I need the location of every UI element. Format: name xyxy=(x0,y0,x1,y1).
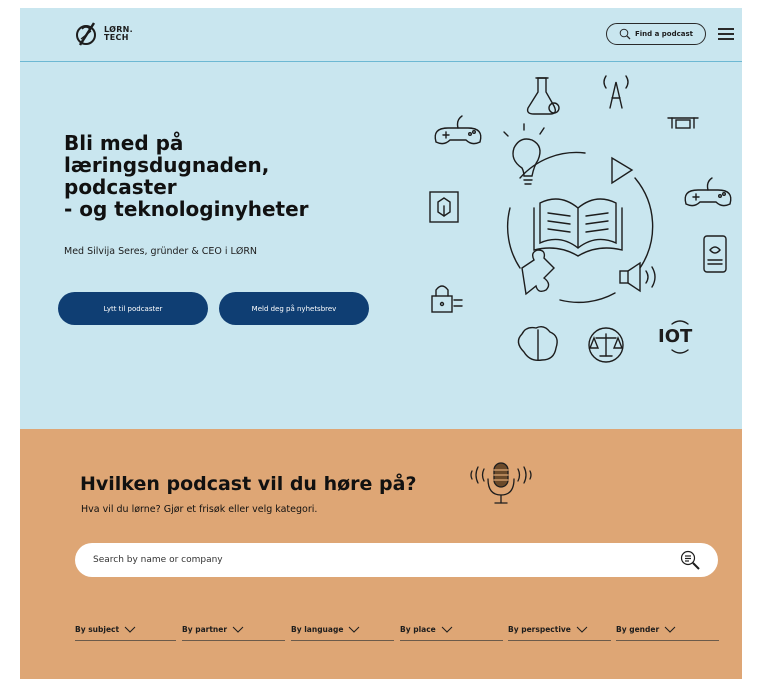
filter-perspective[interactable]: By perspective xyxy=(508,619,611,641)
filter-language[interactable]: By language xyxy=(291,619,394,641)
menu-icon[interactable] xyxy=(718,28,734,40)
chevron-down-icon xyxy=(232,626,244,633)
flask-icon xyxy=(526,77,560,115)
tablet-icon xyxy=(703,235,727,273)
chevron-down-icon xyxy=(576,626,588,633)
site-header: LØRN. TECH Find a podcast xyxy=(20,8,742,62)
podcast-section-title: Hvilken podcast vil du høre på? xyxy=(80,473,417,495)
find-podcast-label: Find a podcast xyxy=(635,30,693,38)
scales-icon xyxy=(588,327,624,363)
filter-label: By partner xyxy=(182,625,228,634)
antenna-tower-icon xyxy=(603,75,629,109)
iot-icon: IOT xyxy=(658,320,693,354)
filter-label: By subject xyxy=(75,625,120,634)
search-icon[interactable] xyxy=(679,549,701,571)
open-book-icon xyxy=(533,198,623,257)
find-podcast-button[interactable]: Find a podcast xyxy=(606,23,706,45)
game-controller-icon xyxy=(434,115,482,145)
filter-label: By place xyxy=(400,625,436,634)
game-controller-icon xyxy=(684,177,732,207)
newsletter-signup-button[interactable]: Meld deg på nyhetsbrev xyxy=(219,292,369,325)
brain-icon xyxy=(517,325,558,362)
hero-title: Bli med på læringsdugnaden, podcaster - … xyxy=(64,132,354,220)
microphone-icon xyxy=(470,462,532,504)
filter-partner[interactable]: By partner xyxy=(182,619,285,641)
chevron-down-icon xyxy=(349,626,360,633)
filter-subject[interactable]: By subject xyxy=(75,619,176,641)
lock-icon xyxy=(431,285,463,313)
lightbulb-icon xyxy=(503,123,545,185)
logo[interactable]: LØRN. TECH xyxy=(74,21,133,47)
podcast-section: Hvilken podcast vil du høre på? Hva vil … xyxy=(20,429,742,679)
iot-label: IOT xyxy=(658,326,693,347)
filter-label: By gender xyxy=(616,625,660,634)
hero-title-line: - og teknologinyheter xyxy=(64,197,309,221)
speaker-icon xyxy=(619,261,656,293)
chevron-down-icon xyxy=(664,626,676,633)
filter-row: By subject By partner By language By pla… xyxy=(75,619,719,641)
filter-place[interactable]: By place xyxy=(400,619,503,641)
listen-podcasts-button[interactable]: Lytt til podcaster xyxy=(58,292,208,325)
lorn-logo-icon xyxy=(76,22,96,46)
cube-icon xyxy=(429,191,459,223)
filter-label: By perspective xyxy=(508,625,571,634)
central-circle-icon xyxy=(506,151,654,304)
search-bar xyxy=(75,543,718,577)
chevron-down-icon xyxy=(124,626,136,633)
podcast-search-input[interactable] xyxy=(93,543,653,577)
filter-gender[interactable]: By gender xyxy=(616,619,719,641)
hero-title-line: Bli med på xyxy=(64,131,184,155)
logo-line-2: TECH xyxy=(104,33,129,42)
hero-subtitle: Med Silvija Seres, gründer & CEO i LØRN xyxy=(64,246,258,257)
podcast-section-subtitle: Hva vil du lørne? Gjør et frisøk eller v… xyxy=(81,504,318,515)
puzzle-icon xyxy=(521,249,555,296)
tech-illustration: IOT xyxy=(429,75,732,363)
logo-text: LØRN. TECH xyxy=(104,26,133,42)
chevron-down-icon xyxy=(441,626,453,633)
search-icon xyxy=(619,28,631,40)
play-icon xyxy=(611,156,634,185)
hero-title-line: podcaster xyxy=(64,175,177,199)
filter-label: By language xyxy=(291,625,344,634)
hero-title-line: læringsdugnaden, xyxy=(64,153,270,177)
page: LØRN. TECH Find a podcast Bli med på lær… xyxy=(20,8,742,679)
drone-icon xyxy=(667,117,699,129)
